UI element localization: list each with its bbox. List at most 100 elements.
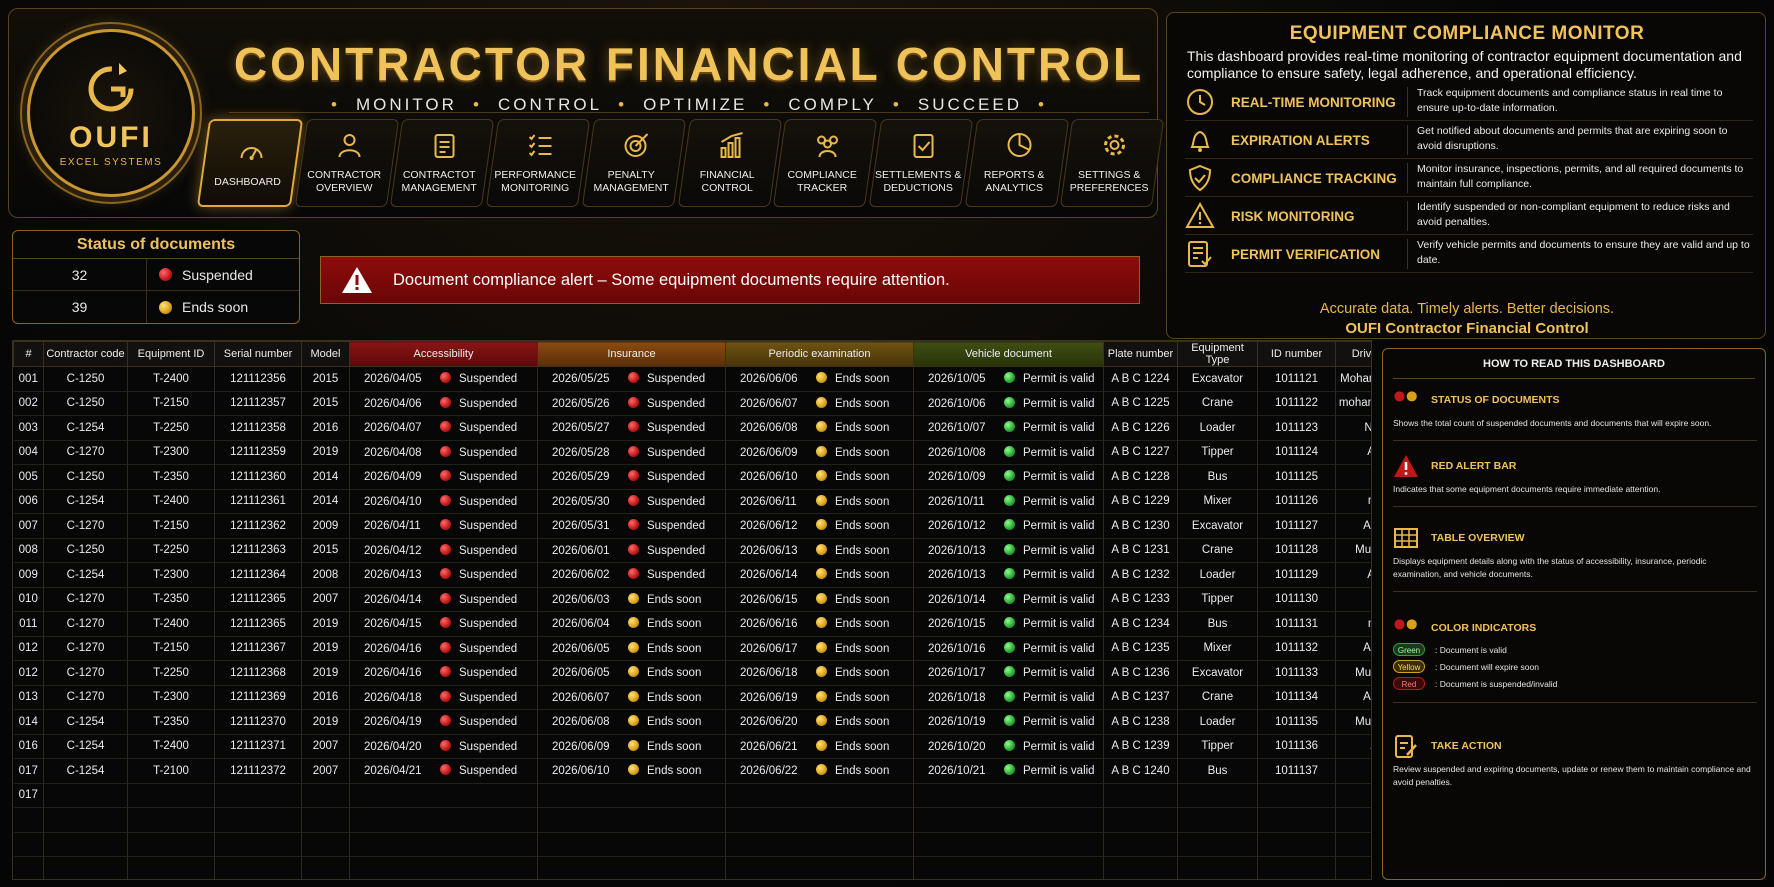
status-date: 2026/06/01 [552, 544, 610, 557]
nav-item-performance-monitoring[interactable]: PERFORMANCE MONITORING [485, 119, 590, 207]
column-header[interactable]: Periodic examination [725, 341, 914, 367]
column-header[interactable]: Equipment Type [1177, 341, 1258, 367]
table-cell: 2015 [301, 538, 350, 563]
status-cell: 2026/04/10 Suspended [349, 489, 538, 514]
nav-item-label: CONTRACTOT MANAGEMENT [401, 169, 478, 194]
column-header[interactable]: Insurance [537, 341, 726, 367]
nav-item-reports-analytics[interactable]: REPORTS & ANALYTICS [964, 119, 1069, 207]
nav-item-settlements-deductions[interactable]: SETTLEMENTS & DEDUCTIONS [868, 119, 973, 207]
table-row[interactable]: 013 C-1270 T-2300 121112369 2016 2026/04/18 Su… [13, 685, 1371, 710]
table-cell: 121112362 [214, 513, 302, 539]
column-header[interactable]: Equipment ID [127, 341, 215, 367]
compliance-footer-tagline: Accurate data. Timely alerts. Better dec… [1319, 301, 1615, 317]
status-dot-icon [440, 666, 451, 678]
status-cell: 2026/06/10 Ends soon [725, 464, 914, 490]
table-header-row: # Contractor code Equipment ID Serial numbe… [13, 341, 1371, 367]
status-date: 2026/06/07 [740, 397, 798, 410]
nav-item-financial-control[interactable]: FINANCIAL CONTROL [677, 119, 782, 207]
status-date: 2026/06/07 [552, 691, 610, 704]
status-dot-icon [816, 641, 827, 653]
table-cell: Crane [1177, 538, 1258, 563]
column-header[interactable]: Serial number [214, 341, 302, 367]
table-row[interactable]: 004 C-1270 T-2300 121112359 2019 2026/04/08 Su… [13, 440, 1371, 465]
column-header[interactable]: Vehicle document [913, 341, 1104, 367]
table-cell [1177, 783, 1258, 808]
status-text: Suspended [647, 544, 706, 557]
table-row[interactable]: 011 C-1270 T-2400 121112365 2019 2026/04/15 Su… [13, 611, 1371, 637]
column-header[interactable]: Plate number [1103, 341, 1178, 367]
table-cell: 012 [13, 636, 44, 661]
guide-section: STATUS OF DOCUMENTS Shows the total count… [1393, 387, 1757, 441]
status-text: Ends soon [835, 691, 890, 704]
table-cell: 1011123 [1257, 415, 1336, 441]
table-cell: A B C 1237 [1103, 685, 1178, 710]
status-date: 2026/05/26 [552, 397, 610, 410]
table-row-empty[interactable] [13, 807, 1371, 833]
column-header[interactable]: Driver's name [1335, 341, 1371, 367]
table-row[interactable]: 003 C-1254 T-2250 121112358 2016 2026/04/07 Su… [13, 415, 1371, 441]
nav-item-dashboard[interactable]: DASHBOARD [196, 119, 303, 207]
table-row[interactable]: 014 C-1254 T-2350 121112370 2019 2026/04/19 Su… [13, 709, 1371, 735]
nav-item-contractor-overview[interactable]: CONTRACTOR OVERVIEW [294, 119, 399, 207]
table-cell: 004 [13, 440, 44, 465]
warning-icon [1185, 201, 1215, 231]
nav-item-settings-preferences[interactable]: SETTINGS & PREFERENCES [1060, 119, 1165, 207]
status-date: 2026/05/31 [552, 520, 610, 533]
column-header[interactable]: Model [301, 341, 350, 367]
compliance-description: This dashboard provides real-time monito… [1187, 48, 1742, 81]
table-cell: T-2400 [127, 734, 215, 759]
table-cell: 2015 [301, 391, 350, 416]
table-cell: 002 [13, 391, 44, 416]
status-dot-icon [1004, 739, 1015, 751]
table-cell: A B C 1240 [1103, 758, 1178, 784]
status-text: Ends soon [647, 642, 702, 655]
status-cell: 2026/10/09 Permit is valid [913, 464, 1104, 490]
table-cell: Bus [1177, 464, 1258, 490]
table-row[interactable]: 016 C-1254 T-2400 121112371 2007 2026/04/20 Su… [13, 734, 1371, 759]
color-indicator-row: Red: Document is suspended/invalid [1393, 675, 1757, 692]
compliance-footer-brand: OUFI Contractor Financial Control [1345, 320, 1589, 337]
table-row-empty[interactable] [13, 832, 1371, 857]
status-text: Ends soon [835, 373, 890, 386]
table-cell [301, 783, 350, 808]
table-cell: 1011136 [1257, 734, 1336, 759]
nav-item-contractot-management[interactable]: CONTRACTOT MANAGEMENT [390, 119, 495, 207]
nav-item-compliance-tracker[interactable]: COMPLIANCE TRACKER [773, 119, 878, 207]
column-header[interactable]: ID number [1257, 341, 1336, 367]
table-row[interactable]: 005 C-1250 T-2350 121112360 2014 2026/04/09 Su… [13, 464, 1371, 490]
logo-mark-icon [88, 62, 134, 111]
status-cell: 2026/10/07 Permit is valid [913, 415, 1104, 441]
table-row[interactable]: 001 C-1250 T-2400 121112356 2015 2026/04/05 Su… [13, 366, 1371, 392]
table-row[interactable]: 008 C-1250 T-2250 121112363 2015 2026/04/12 Su… [13, 538, 1371, 563]
equipment-table-container[interactable]: # Contractor code Equipment ID Serial numbe… [12, 340, 1372, 880]
status-date: 2026/04/08 [364, 446, 422, 459]
table-row-empty[interactable] [13, 856, 1371, 879]
compliance-feature-row: PERMIT VERIFICATION Verify vehicle permit… [1185, 237, 1753, 273]
table-row[interactable]: 012 C-1270 T-2250 121112368 2019 2026/04/16 Su… [13, 660, 1371, 686]
table-row[interactable]: 017 [13, 783, 1371, 808]
table-cell: T-2300 [127, 440, 215, 465]
status-cell: 2026/04/15 Suspended [349, 611, 538, 637]
table-row[interactable]: 010 C-1270 T-2350 121112365 2007 2026/04/14 Su… [13, 587, 1371, 612]
column-header[interactable]: Accessibility [349, 341, 538, 367]
status-dot-icon [440, 372, 451, 384]
status-cell: 2026/10/18 Permit is valid [913, 685, 1104, 710]
table-row[interactable]: 002 C-1250 T-2150 121112357 2015 2026/04/06 Su… [13, 391, 1371, 416]
table-row[interactable]: 009 C-1254 T-2300 121112364 2008 2026/04/13 Su… [13, 562, 1371, 588]
nav-item-penalty-management[interactable]: PENALTY MANAGEMENT [581, 119, 686, 207]
status-of-documents: Status of documents 32 Suspended 39 Ends… [12, 230, 300, 324]
table-row[interactable]: 007 C-1270 T-2150 121112362 2009 2026/04/11 Su… [13, 513, 1371, 539]
status-text: Suspended [459, 642, 518, 655]
table-row[interactable]: 012 C-1270 T-2150 121112367 2019 2026/04/16 Su… [13, 636, 1371, 661]
status-cell: 2026/10/11 Permit is valid [913, 489, 1104, 514]
table-cell: C-1254 [43, 709, 128, 735]
table-cell: C-1270 [43, 611, 128, 637]
column-header[interactable]: Contractor code [43, 341, 128, 367]
table-row[interactable]: 006 C-1254 T-2400 121112361 2014 2026/04/10 Su… [13, 489, 1371, 514]
table-row[interactable]: 017 C-1254 T-2100 121112372 2007 2026/04/21 Su… [13, 758, 1371, 784]
table-cell: Tipper [1177, 440, 1258, 465]
column-header[interactable]: # [13, 341, 44, 367]
feature-title: EXPIRATION ALERTS [1231, 133, 1370, 148]
header: OUFI EXCEL SYSTEMS CONTRACTOR FINANCIAL … [8, 8, 1165, 218]
status-text: Ends soon [835, 765, 890, 778]
